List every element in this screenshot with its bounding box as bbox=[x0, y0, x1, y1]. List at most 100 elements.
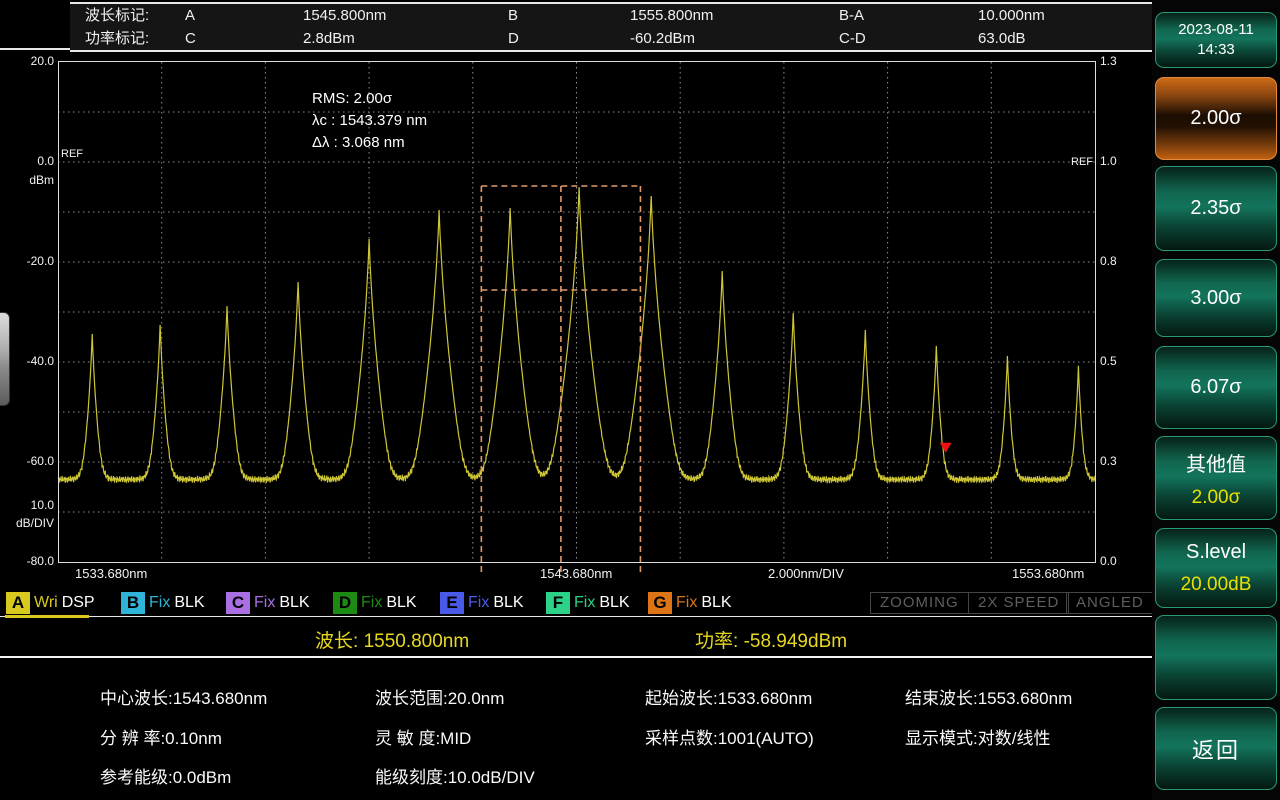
sidebar-button-sigma-2.35[interactable]: 2.35σ bbox=[1155, 166, 1277, 251]
datetime-line: 2023-08-11 bbox=[1178, 20, 1254, 40]
sidebar-button-other-value[interactable]: 其他值 2.00σ bbox=[1155, 436, 1277, 520]
sidebar-button-s-level[interactable]: S.level20.00dB bbox=[1155, 528, 1277, 608]
sidebar-button-back[interactable]: 返回 bbox=[1155, 707, 1277, 790]
settings-item: 显示模式:对数/线性 bbox=[905, 724, 1050, 749]
y-axis-scale-unit: dB/DIV bbox=[16, 516, 54, 530]
measurement-annotation: RMS: 2.00σ λc : 1543.379 nm Δλ : 3.068 n… bbox=[312, 88, 427, 154]
settings-item: 分 辨 率:0.10nm bbox=[100, 724, 222, 749]
status-toggle-angled[interactable]: ANGLED bbox=[1066, 592, 1154, 614]
sidebar-button-sigma-3.00[interactable]: 3.00σ bbox=[1155, 259, 1277, 337]
sidebar: 2023-08-1114:33 2.00σ 2.35σ 3.00σ 6.07σ 其他值 2.… bbox=[1152, 0, 1280, 800]
sidebar-button-blank[interactable] bbox=[1155, 615, 1277, 700]
separator-line bbox=[0, 616, 1152, 617]
sidebar-button-datetime[interactable]: 2023-08-1114:33 bbox=[1155, 12, 1277, 68]
button-label: 6.07σ bbox=[1190, 376, 1241, 399]
datetime-line: 14:33 bbox=[1197, 40, 1235, 60]
trace-status: BLK bbox=[174, 594, 204, 612]
settings-item: 能级刻度:10.0dB/DIV bbox=[375, 763, 535, 788]
settings-row: 分 辨 率:0.10nm 灵 敏 度:MID 采样点数:1001(AUTO) 显示模式… bbox=[100, 724, 1152, 748]
settings-row: 中心波长:1543.680nm 波长范围:20.0nm 起始波长:1533.680n… bbox=[100, 684, 1152, 708]
trace-letter-badge: A bbox=[6, 592, 30, 614]
trace-mode: Fix bbox=[254, 594, 275, 612]
trace-letter-badge: G bbox=[648, 592, 672, 614]
settings-row: 参考能级:0.0dBm 能级刻度:10.0dB/DIV bbox=[100, 763, 1152, 787]
trace-label-G[interactable]: GFixBLK bbox=[648, 592, 732, 614]
ref-label-left: REF bbox=[61, 148, 83, 160]
button-label: 2.35σ bbox=[1190, 197, 1241, 220]
trace-letter-badge: B bbox=[121, 592, 145, 614]
trace-label-C[interactable]: CFixBLK bbox=[226, 592, 310, 614]
trace-label-A[interactable]: AWriDSP bbox=[6, 592, 95, 614]
power-readout-value: -58.949dBm bbox=[744, 631, 848, 652]
y-axis-tick-left: 20.0 bbox=[0, 54, 54, 68]
trace-status: BLK bbox=[386, 594, 416, 612]
ref-label-right: REF bbox=[1071, 156, 1093, 168]
button-value: 2.00σ bbox=[1192, 487, 1241, 509]
power-readout-label: 功率: bbox=[695, 631, 738, 652]
settings-item: 灵 敏 度:MID bbox=[375, 724, 471, 749]
trace-letter-badge: C bbox=[226, 592, 250, 614]
settings-panel: 中心波长:1543.680nm 波长范围:20.0nm 起始波长:1533.680n… bbox=[0, 662, 1152, 800]
x-label-start: 1533.680nm bbox=[75, 566, 147, 581]
trace-mode: Wri bbox=[34, 594, 58, 612]
y-axis-tick-right: 1.3 bbox=[1100, 54, 1117, 68]
trace-mode: Fix bbox=[676, 594, 697, 612]
trace-mode: Fix bbox=[149, 594, 170, 612]
y-axis-tick-right: 0.3 bbox=[1100, 454, 1117, 468]
status-toggle-2x-speed[interactable]: 2X SPEED bbox=[968, 592, 1069, 614]
trace-label-D[interactable]: DFixBLK bbox=[333, 592, 417, 614]
power-readout: 功率: -58.949dBm bbox=[695, 626, 847, 653]
button-label: 其他值 bbox=[1186, 448, 1246, 477]
chart-plot[interactable]: 20.00.0-20.0-40.0-60.0-80.0 1.31.00.80.5… bbox=[0, 0, 1152, 646]
trace-letter-badge: F bbox=[546, 592, 570, 614]
settings-item: 中心波长:1543.680nm bbox=[100, 684, 267, 709]
trace-mode: Fix bbox=[574, 594, 595, 612]
x-label-per-div: 2.000nm/DIV bbox=[768, 566, 844, 581]
y-axis-tick-left: -40.0 bbox=[0, 354, 54, 368]
sidebar-button-sigma-2.00[interactable]: 2.00σ bbox=[1155, 77, 1277, 160]
cursor-marker-icon bbox=[940, 443, 952, 453]
active-trace-underline bbox=[5, 615, 89, 618]
trace-label-E[interactable]: EFixBLK bbox=[440, 592, 524, 614]
annotation-rms: RMS: 2.00σ bbox=[312, 88, 427, 110]
button-label: 3.00σ bbox=[1190, 287, 1241, 310]
trace-mode: Fix bbox=[468, 594, 489, 612]
wavelength-readout: 波长: 1550.800nm bbox=[315, 626, 469, 653]
trace-status: BLK bbox=[701, 594, 731, 612]
annotation-lambda-c: λc : 1543.379 nm bbox=[312, 110, 427, 132]
y-axis-tick-left: -20.0 bbox=[0, 254, 54, 268]
wavelength-readout-value: 1550.800nm bbox=[364, 631, 470, 652]
trace-status: BLK bbox=[599, 594, 629, 612]
trace-status: BLK bbox=[493, 594, 523, 612]
button-value: 20.00dB bbox=[1181, 574, 1252, 596]
sidebar-button-sigma-6.07[interactable]: 6.07σ bbox=[1155, 346, 1277, 429]
settings-item: 起始波长:1533.680nm bbox=[645, 684, 812, 709]
y-axis-scale: 10.0 bbox=[31, 498, 54, 512]
y-axis-tick-right: 1.0 bbox=[1100, 154, 1117, 168]
y-axis-tick-right: 0.0 bbox=[1100, 554, 1117, 568]
status-toggle-zooming[interactable]: ZOOMING bbox=[870, 592, 969, 614]
osa-screen: 波长标记:A1545.800nmB1555.800nmB-A10.000nm功率… bbox=[0, 0, 1280, 800]
trace-label-F[interactable]: FFixBLK bbox=[546, 592, 630, 614]
annotation-delta-lambda: Δλ : 3.068 nm bbox=[312, 132, 427, 154]
trace-letter-badge: D bbox=[333, 592, 357, 614]
y-axis-tick-left: 0.0 bbox=[0, 154, 54, 168]
settings-item: 参考能级:0.0dBm bbox=[100, 763, 231, 788]
y-axis-tick-left: -80.0 bbox=[0, 554, 54, 568]
settings-item: 结束波长:1553.680nm bbox=[905, 684, 1072, 709]
trace-label-row: AWriDSPBFixBLKCFixBLKDFixBLKEFixBLKFFixB… bbox=[0, 592, 1152, 616]
y-axis-unit: dBm bbox=[29, 173, 54, 187]
settings-item: 采样点数:1001(AUTO) bbox=[645, 724, 814, 749]
settings-item: 波长范围:20.0nm bbox=[375, 684, 504, 709]
trace-mode: Fix bbox=[361, 594, 382, 612]
trace-status: BLK bbox=[279, 594, 309, 612]
separator-line-2 bbox=[0, 656, 1152, 658]
trace-status: DSP bbox=[62, 594, 95, 612]
x-label-center: 1543.680nm bbox=[540, 566, 612, 581]
y-axis-tick-left: -60.0 bbox=[0, 454, 54, 468]
cursor-readout: 波长: 1550.800nm 功率: -58.949dBm bbox=[0, 620, 1152, 656]
trace-label-B[interactable]: BFixBLK bbox=[121, 592, 205, 614]
y-axis-tick-right: 0.8 bbox=[1100, 254, 1117, 268]
trace-letter-badge: E bbox=[440, 592, 464, 614]
spectrum-svg bbox=[0, 0, 1152, 646]
